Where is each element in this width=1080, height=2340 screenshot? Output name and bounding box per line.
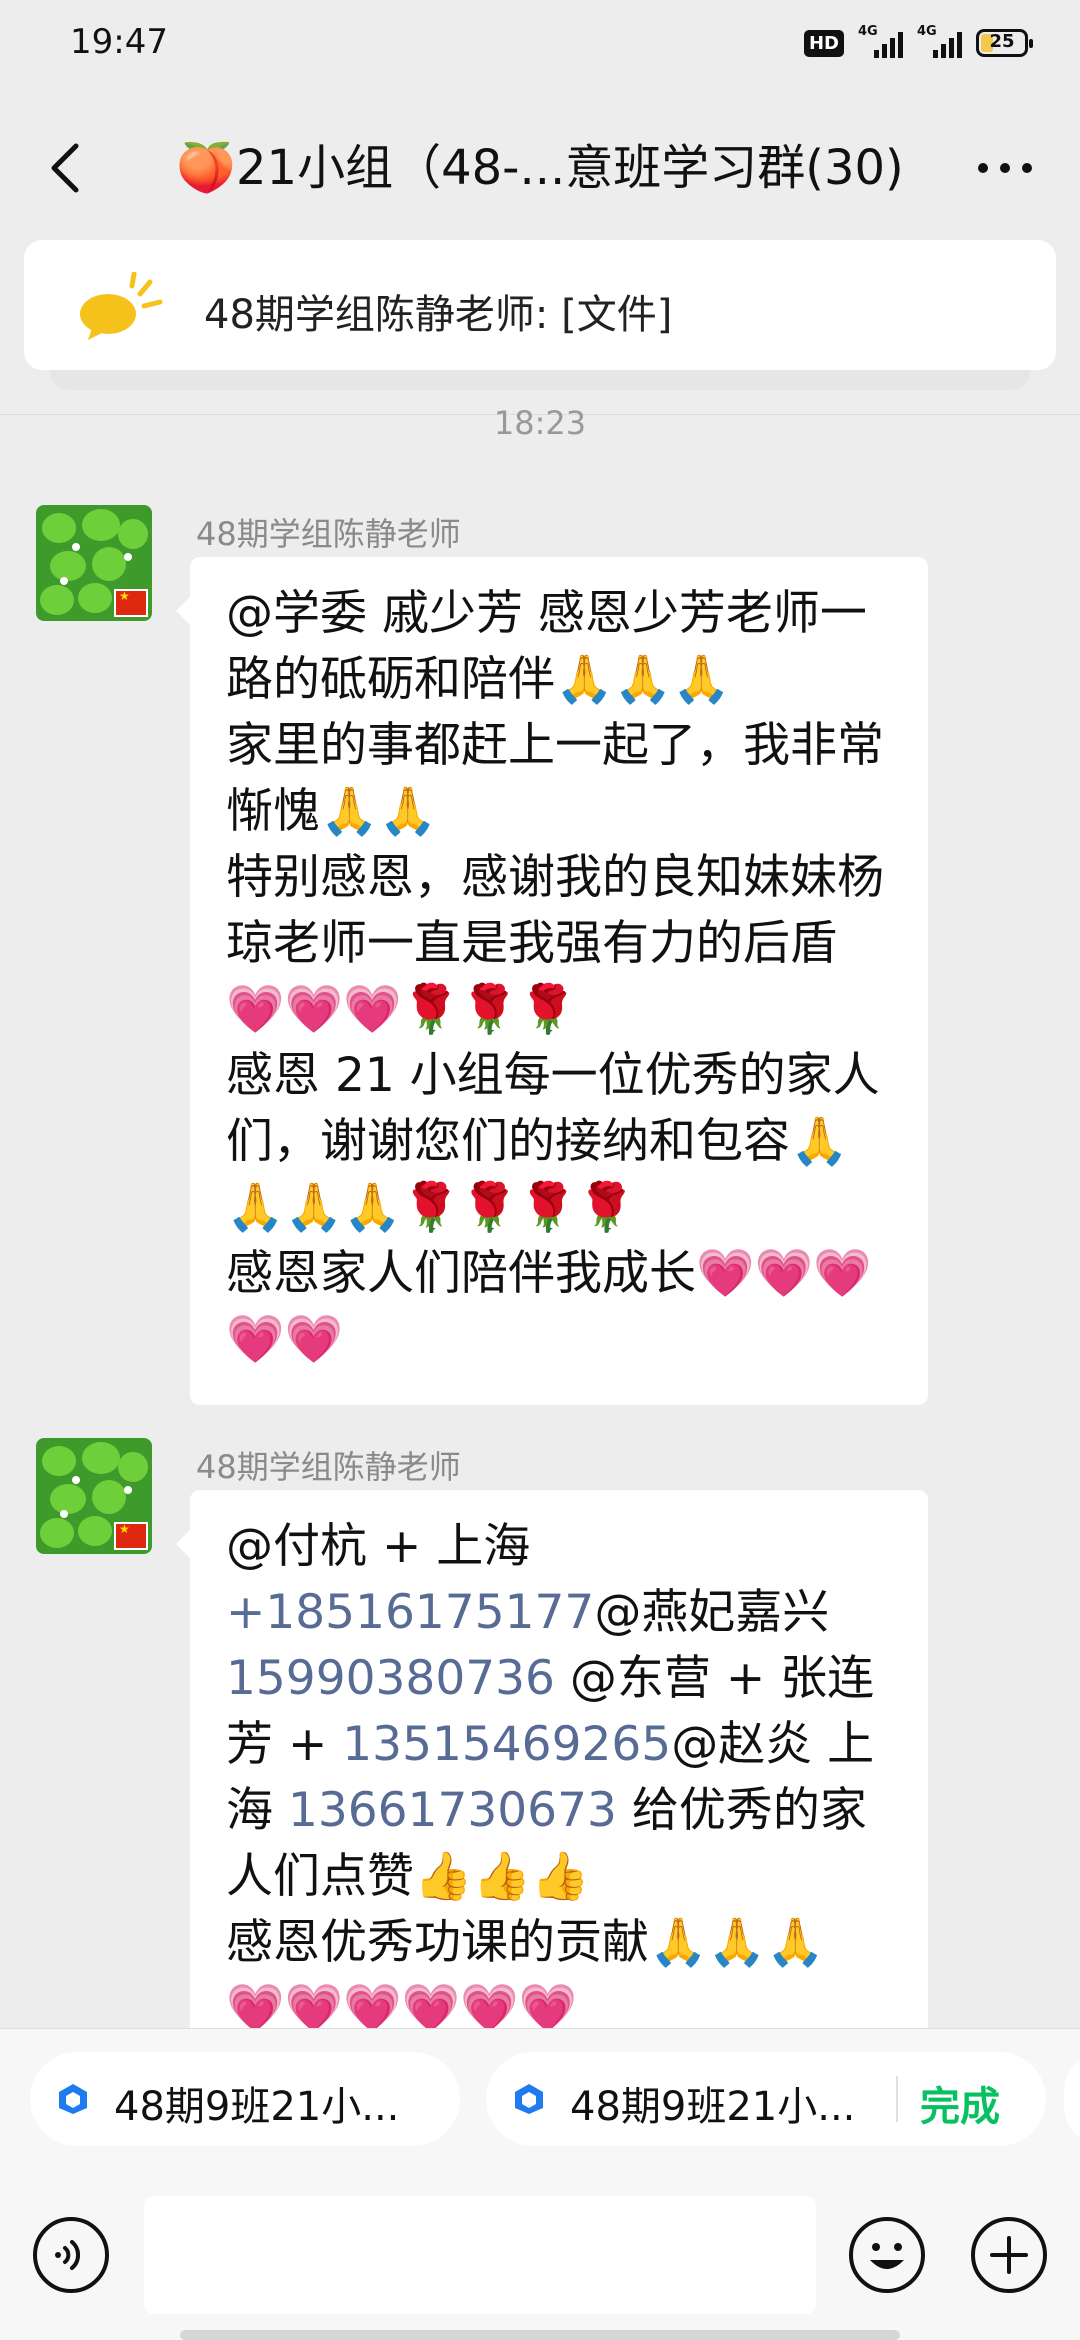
message-bubble[interactable]: @付杭 + 上海 +18516175177@燕妃嘉兴 15990380736 @… <box>176 1490 928 2052</box>
document-icon <box>59 2084 87 2114</box>
flag-badge-icon <box>114 589 148 617</box>
divider <box>896 2076 898 2122</box>
flag-badge-icon <box>114 1522 148 1550</box>
message-line: @付杭 + 上海 +18516175177@燕妃嘉兴 15990380736 @… <box>226 1519 875 1904</box>
input-bar <box>0 2178 1080 2340</box>
battery-level: 25 <box>989 31 1015 52</box>
chip-label: 48期9班21小... <box>114 2084 400 2130</box>
sender-name: 48期学组陈静老师 <box>196 1448 461 1486</box>
pinned-announcement[interactable]: 48期学组陈静老师: [文件] <box>24 240 1056 370</box>
document-icon <box>515 2084 543 2114</box>
emoji-icon[interactable] <box>848 2216 926 2294</box>
phone-link[interactable]: 13515469265 <box>342 1717 671 1772</box>
quick-reply-bar: 48期9班21小... 48期9班21小... 完成 <box>0 2028 1080 2179</box>
message-line: @学委 戚少芳 感恩少芳老师一路的砥砺和陪伴🙏🙏🙏 <box>226 586 867 707</box>
phone-link[interactable]: 15990380736 <box>226 1651 555 1706</box>
more-dots-icon[interactable] <box>970 140 1040 196</box>
avatar[interactable] <box>36 505 152 621</box>
message-line: 家里的事都赶上一起了，我非常惭愧🙏🙏 <box>226 718 884 839</box>
status-bar: 19:47 HD 4G 4G 25 <box>0 0 1080 96</box>
done-button[interactable]: 完成 <box>920 2074 1000 2132</box>
quick-chip-overflow[interactable] <box>1064 2052 1080 2146</box>
sender-name: 48期学组陈静老师 <box>196 515 461 553</box>
battery-icon: 25 <box>976 29 1033 57</box>
message-line: 感恩 21 小组每一位优秀的家人们，谢谢您们的接纳和包容🙏🙏🙏🙏🌹🌹🌹🌹 <box>226 1048 880 1235</box>
phone-link[interactable]: +18516175177 <box>226 1585 594 1640</box>
status-time: 19:47 <box>70 22 168 62</box>
message-input[interactable] <box>144 2196 816 2314</box>
phone-link[interactable]: 13661730673 <box>288 1783 617 1838</box>
message-line: 感恩优秀功课的贡献🙏🙏🙏 <box>226 1915 825 1970</box>
chat-title[interactable]: 🍑21小组（48-...意班学习群(30) <box>170 138 910 198</box>
pinned-text: 48期学组陈静老师: [文件] <box>204 292 673 338</box>
message-bubble[interactable]: @学委 戚少芳 感恩少芳老师一路的砥砺和陪伴🙏🙏🙏 家里的事都赶上一起了，我非常… <box>176 557 928 1405</box>
status-icons: HD 4G 4G 25 <box>803 24 1033 58</box>
announcement-speaker-icon <box>80 272 163 340</box>
message-line: 感恩家人们陪伴我成长💗💗💗💗💗 <box>226 1246 872 1367</box>
back-arrow-icon[interactable] <box>38 138 98 198</box>
avatar[interactable] <box>36 1438 152 1554</box>
signal-icon: 4G <box>858 24 903 58</box>
quick-file-chip[interactable]: 48期9班21小... <box>30 2052 460 2146</box>
chat-header: 🍑21小组（48-...意班学习群(30) <box>0 108 1080 228</box>
hd-icon: HD <box>803 29 844 57</box>
message-line: 特别感恩，感谢我的良知妹妹杨琼老师一直是我强有力的后盾💗💗💗🌹🌹🌹 <box>226 850 884 1037</box>
quick-file-chip[interactable]: 48期9班21小... 完成 <box>486 2052 1046 2146</box>
plus-icon[interactable] <box>970 2216 1048 2294</box>
chip-label: 48期9班21小... <box>570 2084 856 2130</box>
message-timestamp: 18:23 <box>493 404 587 442</box>
signal-icon-2: 4G <box>917 24 962 58</box>
gesture-bar <box>180 2330 900 2340</box>
voice-icon[interactable] <box>32 2216 110 2294</box>
